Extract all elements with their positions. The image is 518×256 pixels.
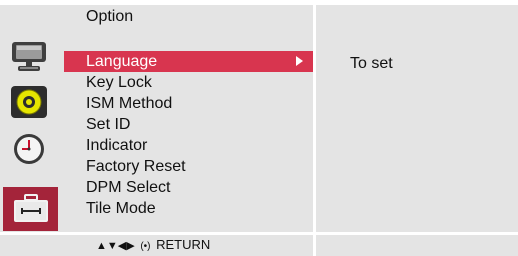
ok-button-icon: (•) [140,241,151,252]
menu-item-label: Tile Mode [86,200,156,217]
monitor-icon[interactable] [10,40,48,74]
clock-icon[interactable] [10,132,48,166]
menu-item-ism-method[interactable]: ISM Method [64,93,313,114]
category-column [0,30,64,232]
page-title: Option [86,8,134,25]
menu-item-label: Set ID [86,116,131,133]
category-option-active[interactable] [3,187,58,231]
menu-header: Option [0,5,313,30]
menu-item-label: Language [86,53,158,70]
footer-bar: ▲▼◀▶ (•) RETURN [0,235,313,256]
return-label: RETURN [156,237,211,252]
menu-item-label: Key Lock [86,74,152,91]
menu-item-dpm-select[interactable]: DPM Select [64,177,313,198]
menu-item-language[interactable]: Language [64,51,313,72]
info-header [316,5,518,30]
menu-item-tile-mode[interactable]: Tile Mode [64,198,313,219]
option-menu: Language Key Lock ISM Method Set ID Indi… [64,30,313,232]
info-text: To set [350,55,393,72]
info-panel: To set [316,30,518,232]
menu-item-label: ISM Method [86,95,173,112]
menu-item-key-lock[interactable]: Key Lock [64,72,313,93]
menu-item-label: DPM Select [86,179,171,196]
audio-icon[interactable] [10,85,48,119]
nav-arrows-icon: ▲▼◀▶ [96,240,135,252]
navigation-hint: ▲▼◀▶ (•) RETURN [96,237,210,252]
menu-item-factory-reset[interactable]: Factory Reset [64,156,313,177]
submenu-arrow-icon [296,56,303,66]
menu-item-label: Indicator [86,137,148,154]
footer-bar-right [316,235,518,256]
osd-screen: Option Language Key Lock ISM Method Set … [0,0,518,256]
menu-item-indicator[interactable]: Indicator [64,135,313,156]
menu-item-set-id[interactable]: Set ID [64,114,313,135]
menu-item-label: Factory Reset [86,158,186,175]
toolbox-icon [11,193,51,230]
